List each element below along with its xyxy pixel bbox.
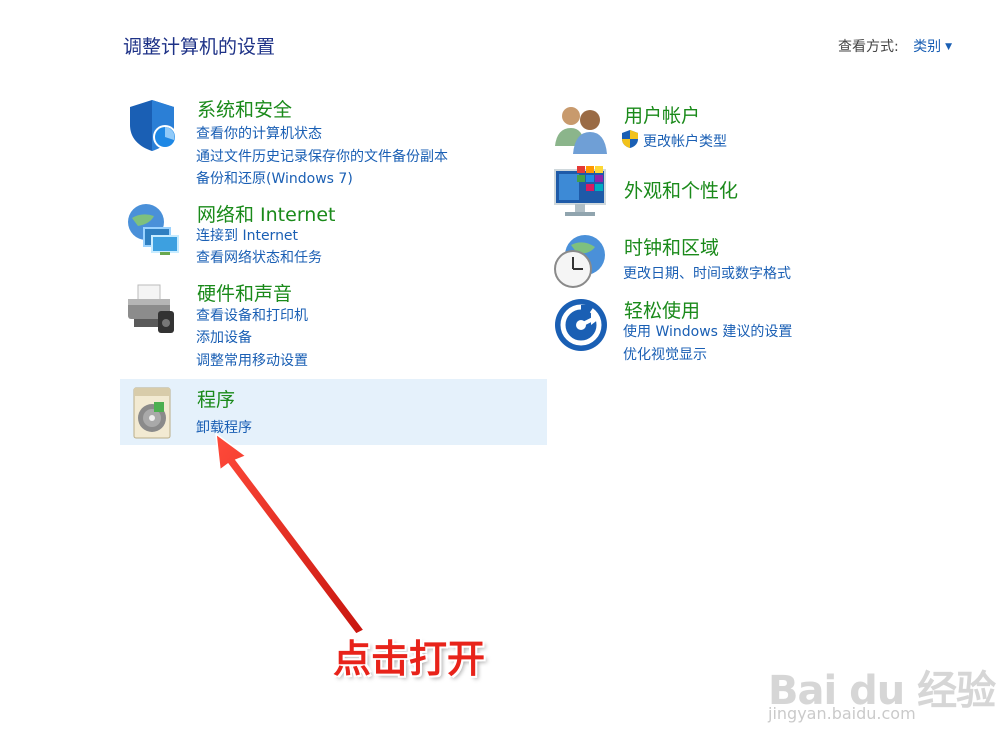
annotation-arrow <box>215 432 366 635</box>
watermark-url: jingyan.baidu.com <box>768 704 916 723</box>
annotation-arrow-shape <box>215 432 366 635</box>
annotation-label: 点击打开 <box>333 637 486 681</box>
